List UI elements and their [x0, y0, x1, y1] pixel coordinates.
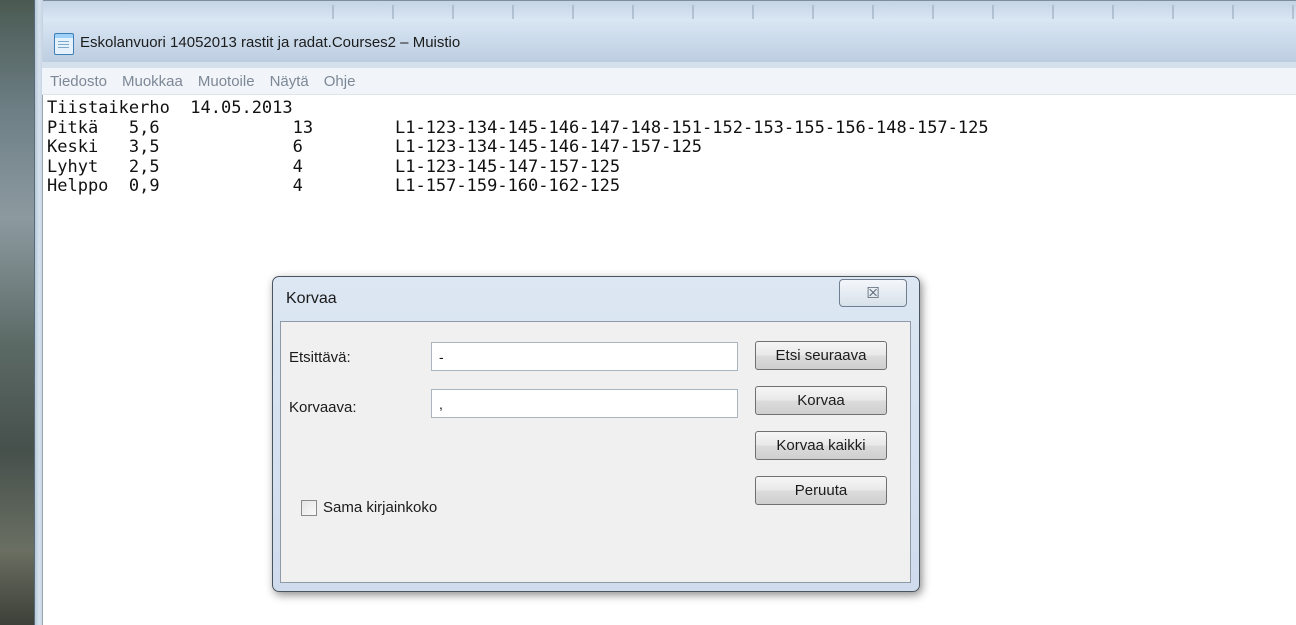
replace-label: Korvaava: — [289, 399, 357, 416]
menu-help[interactable]: Ohje — [316, 73, 363, 90]
menu-bar: Tiedosto Muokkaa Muotoile Näytä Ohje — [42, 68, 1296, 95]
menu-edit[interactable]: Muokkaa — [114, 73, 190, 90]
replace-input[interactable] — [431, 389, 738, 418]
desktop-background — [0, 0, 34, 625]
menu-view[interactable]: Näytä — [262, 73, 316, 90]
find-input[interactable] — [431, 342, 738, 371]
replace-dialog: Korvaa ☒ Etsittävä: Korvaava: Etsi seura… — [272, 276, 920, 592]
editor-content[interactable]: Tiistaikerho 14.05.2013 Pitkä 5,6 13 L1-… — [47, 98, 989, 197]
dialog-body: Etsittävä: Korvaava: Etsi seuraava Korva… — [280, 321, 911, 583]
cancel-button[interactable]: Peruuta — [755, 476, 887, 505]
background-ruler — [274, 5, 1296, 19]
find-label: Etsittävä: — [289, 349, 351, 366]
close-icon[interactable]: ☒ — [839, 279, 907, 307]
menu-format[interactable]: Muotoile — [190, 73, 262, 90]
menu-file[interactable]: Tiedosto — [42, 73, 114, 90]
find-next-button[interactable]: Etsi seuraava — [755, 341, 887, 370]
match-case-label[interactable]: Sama kirjainkoko — [323, 499, 437, 516]
window-title: Eskolanvuori 14052013 rastit ja radat.Co… — [80, 34, 461, 51]
notepad-icon — [54, 33, 74, 55]
dialog-title: Korvaa — [286, 290, 337, 307]
replace-all-button[interactable]: Korvaa kaikki — [755, 431, 887, 460]
title-bar[interactable]: Eskolanvuori 14052013 rastit ja radat.Co… — [34, 0, 1296, 63]
replace-button[interactable]: Korvaa — [755, 386, 887, 415]
match-case-checkbox[interactable] — [301, 500, 317, 516]
